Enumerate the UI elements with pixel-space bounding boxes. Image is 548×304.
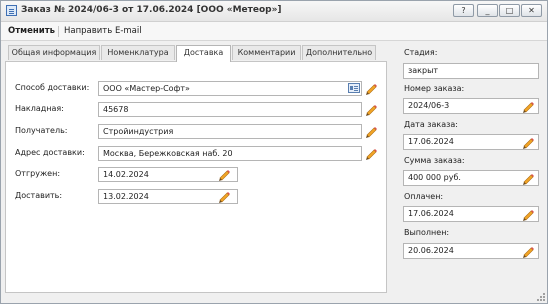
order-date-edit-button[interactable]: [521, 135, 535, 149]
address-edit-button[interactable]: [364, 146, 378, 160]
delivery-method-field[interactable]: ООО «Мастер-Софт»: [98, 81, 362, 96]
deliver-edit-button[interactable]: [217, 189, 231, 203]
pencil-icon: [523, 247, 534, 258]
invoice-edit-button[interactable]: [364, 102, 378, 116]
toolbar-separator: [58, 26, 59, 37]
order-number-label: Номер заказа:: [404, 84, 465, 93]
order-window: Заказ № 2024/06-3 от 17.06.2024 [ООО «Ме…: [0, 0, 548, 304]
pencil-icon: [366, 105, 377, 116]
recipient-field[interactable]: Стройиндустрия: [98, 124, 362, 139]
completed-edit-button[interactable]: [521, 244, 535, 258]
tab-comments[interactable]: Комментарии: [232, 45, 301, 60]
paid-date-field[interactable]: 17.06.2024: [403, 206, 539, 222]
tab-delivery[interactable]: Доставка: [176, 45, 231, 62]
completed-label: Выполнен:: [404, 228, 450, 237]
stage-label: Стадия:: [404, 48, 438, 57]
pencil-icon: [219, 170, 230, 181]
pencil-icon: [219, 192, 230, 203]
paid-label: Оплачен:: [404, 192, 444, 201]
order-sum-edit-button[interactable]: [521, 171, 535, 185]
title-bar[interactable]: Заказ № 2024/06-3 от 17.06.2024 [ООО «Ме…: [1, 1, 547, 22]
pencil-icon: [523, 138, 534, 149]
resize-grip[interactable]: [537, 293, 545, 301]
window-icon: [6, 5, 17, 16]
pencil-icon: [523, 210, 534, 221]
order-date-label: Дата заказа:: [404, 120, 458, 129]
shipped-label: Отгружен:: [15, 169, 61, 178]
stage-field[interactable]: закрыт: [403, 63, 539, 79]
recipient-edit-button[interactable]: [364, 124, 378, 138]
shipped-edit-button[interactable]: [217, 167, 231, 181]
send-email-button[interactable]: Направить E-mail: [64, 26, 142, 36]
window-title: Заказ № 2024/06-3 от 17.06.2024 [ООО «Ме…: [21, 5, 282, 15]
pencil-icon: [366, 149, 377, 160]
close-button[interactable]: ✕: [521, 4, 542, 17]
order-sum-field[interactable]: 400 000 руб.: [403, 170, 539, 186]
invoice-label: Накладная:: [15, 104, 64, 113]
pencil-icon: [366, 84, 377, 95]
recipient-label: Получатель:: [15, 126, 68, 135]
minimize-button[interactable]: _: [477, 4, 498, 17]
maximize-button[interactable]: □: [499, 4, 520, 17]
order-sum-label: Сумма заказа:: [404, 156, 465, 165]
pencil-icon: [366, 127, 377, 138]
address-label: Адрес доставки:: [15, 148, 85, 157]
contact-card-icon[interactable]: [348, 83, 360, 93]
delivery-method-edit-button[interactable]: [364, 81, 378, 95]
completed-date-field[interactable]: 20.06.2024: [403, 243, 539, 259]
delivery-method-label: Способ доставки:: [15, 83, 90, 92]
tab-general-info[interactable]: Общая информация: [8, 45, 100, 60]
paid-edit-button[interactable]: [521, 207, 535, 221]
order-date-field[interactable]: 17.06.2024: [403, 134, 539, 150]
tab-nomenclature[interactable]: Номенклатура: [101, 45, 175, 60]
toolbar: Отменить Направить E-mail: [1, 22, 547, 41]
tab-additional[interactable]: Дополнительно: [302, 45, 376, 60]
delivery-panel: Способ доставки: ООО «Мастер-Софт» Накла…: [5, 61, 387, 293]
pencil-icon: [523, 174, 534, 185]
help-button[interactable]: ?: [453, 4, 474, 17]
cancel-button[interactable]: Отменить: [8, 26, 55, 36]
deliver-label: Доставить:: [15, 191, 63, 200]
invoice-field[interactable]: 45678: [98, 102, 362, 117]
pencil-icon: [523, 102, 534, 113]
order-number-field[interactable]: 2024/06-3: [403, 98, 539, 114]
order-number-edit-button[interactable]: [521, 99, 535, 113]
address-field[interactable]: Москва, Бережковская наб. 20: [98, 146, 362, 161]
